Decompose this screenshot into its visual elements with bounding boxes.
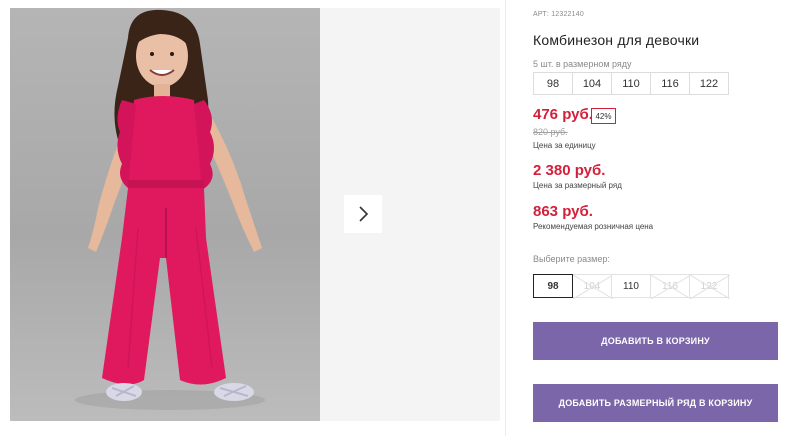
product-gallery [10, 8, 500, 421]
size-run-cell: 104 [572, 72, 612, 95]
add-size-run-to-cart-button[interactable]: ДОБАВИТЬ РАЗМЕРНЫЙ РЯД В КОРЗИНУ [533, 384, 778, 422]
old-price: 820 руб. [533, 127, 568, 137]
product-sku: АРТ: 12322140 [533, 11, 584, 18]
product-photo [10, 8, 320, 421]
size-option-110[interactable]: 110 [611, 274, 651, 298]
size-option-label: 110 [623, 280, 639, 292]
unit-price-note: Цена за единицу [533, 141, 596, 150]
column-divider [505, 0, 506, 436]
size-run-cell: 98 [533, 72, 573, 95]
size-run-cell: 122 [689, 72, 729, 95]
size-selector: 98 104 110 116 122 [533, 274, 730, 299]
size-option-104: 104 [572, 274, 613, 299]
retail-price-note: Рекомендуемая розничная цена [533, 222, 654, 231]
size-run-cell: 110 [611, 72, 651, 95]
next-image-button[interactable] [344, 195, 382, 233]
size-option-98[interactable]: 98 [533, 274, 573, 298]
discount-badge: 42% [591, 108, 616, 124]
size-run-label: 5 шт. в размерном ряду [533, 59, 632, 69]
size-option-label: 98 [547, 280, 559, 292]
size-option-122: 122 [689, 274, 730, 299]
unavailable-cross-icon [573, 275, 613, 299]
retail-price: 863 руб. [533, 203, 593, 220]
add-to-cart-button[interactable]: ДОБАВИТЬ В КОРЗИНУ [533, 322, 778, 360]
size-run-price-note: Цена за размерный ряд [533, 181, 622, 190]
size-run-price: 2 380 руб. [533, 162, 606, 179]
size-run-cell: 116 [650, 72, 690, 95]
chevron-right-icon [359, 206, 369, 222]
choose-size-label: Выберите размер: [533, 254, 610, 264]
unit-price: 476 руб. [533, 106, 593, 123]
size-run-table: 98 104 110 116 122 [533, 72, 729, 95]
product-title: Комбинезон для девочки [533, 32, 700, 48]
unavailable-cross-icon [651, 275, 691, 299]
size-option-116: 116 [650, 274, 691, 299]
unavailable-cross-icon [690, 275, 730, 299]
